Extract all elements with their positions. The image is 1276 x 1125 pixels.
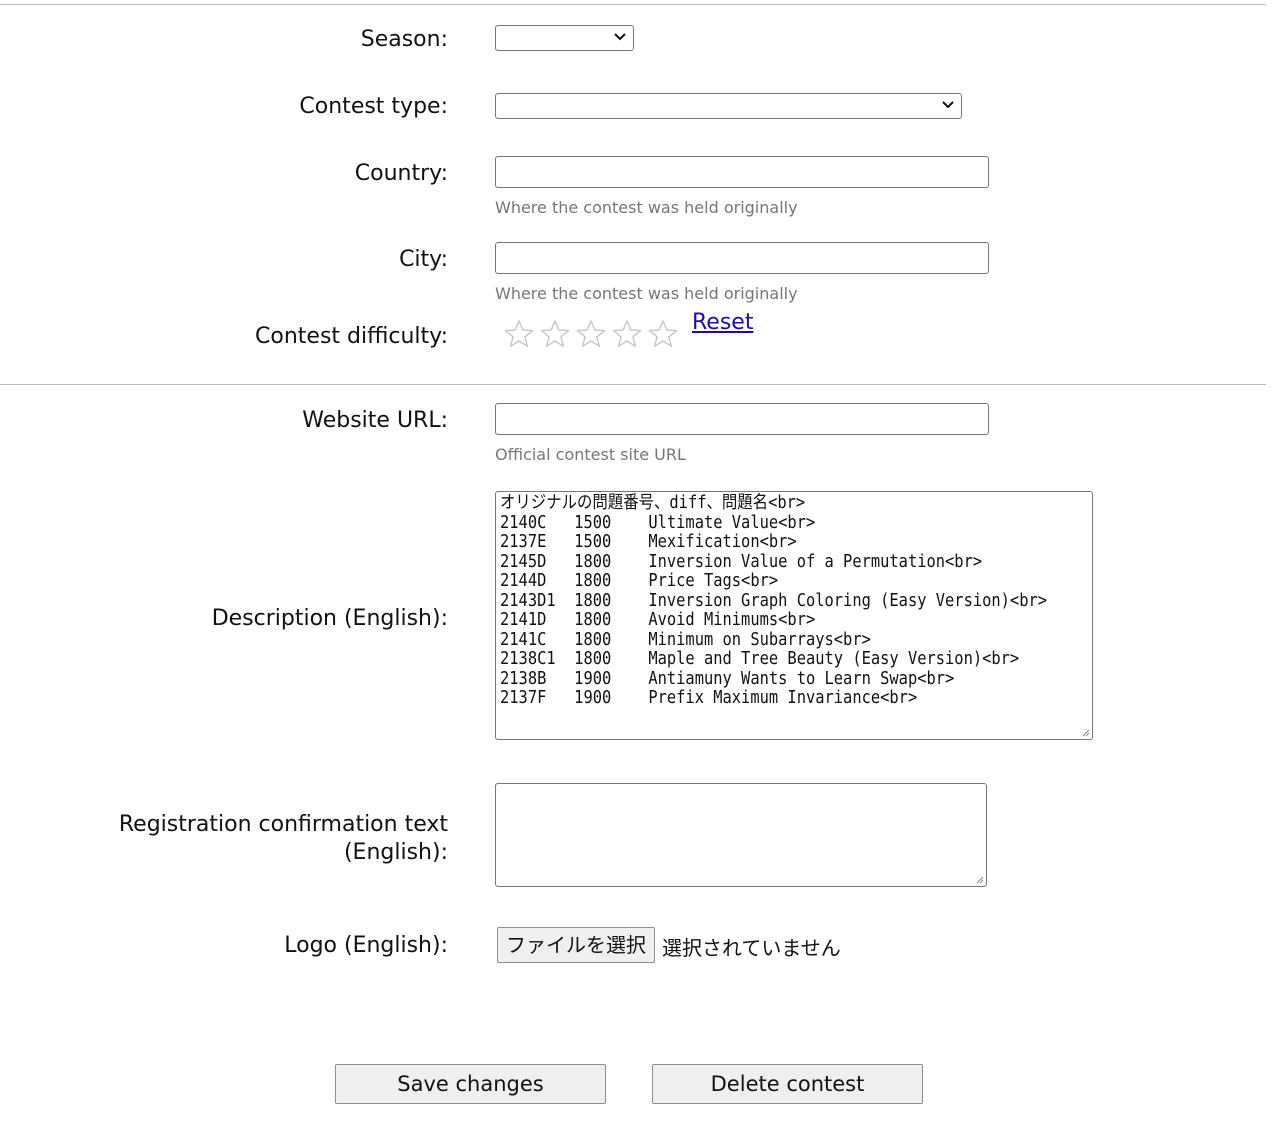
city-input[interactable] [495,242,989,274]
star-outline-icon[interactable] [503,318,535,350]
star-outline-icon[interactable] [539,318,571,350]
reset-rating-link[interactable]: Reset [692,310,753,335]
choose-file-button[interactable]: ファイルを選択 [497,927,655,963]
website-hint: Official contest site URL [495,445,686,464]
top-divider [0,4,1266,5]
website-input[interactable] [495,403,989,435]
registration-label-line2: (English): [343,840,448,865]
chevron-down-icon [614,33,626,41]
season-label: Season: [360,27,448,52]
resize-grip-icon[interactable] [974,874,984,884]
star-outline-icon[interactable] [575,318,607,350]
city-label: City: [399,247,448,272]
resize-grip-icon[interactable] [1080,727,1090,737]
difficulty-label: Contest difficulty: [255,324,448,349]
registration-textarea[interactable] [495,783,987,887]
difficulty-rating [503,318,679,350]
season-select[interactable] [495,25,634,51]
description-textarea[interactable]: オリジナルの問題番号、diff、問題名<br> 2140C 1500 Ultim… [495,491,1093,740]
city-hint: Where the contest was held originally [495,284,798,303]
registration-label: Registration confirmation text (English)… [119,811,448,867]
website-label: Website URL: [302,408,448,433]
registration-label-line1: Registration confirmation text [118,812,448,837]
file-status: 選択されていません [662,936,841,960]
section-divider [0,384,1266,385]
delete-contest-button[interactable]: Delete contest [652,1064,923,1104]
description-label: Description (English): [211,606,448,631]
save-changes-button[interactable]: Save changes [335,1064,606,1104]
contest-type-label: Contest type: [299,94,448,119]
star-outline-icon[interactable] [611,318,643,350]
description-text: オリジナルの問題番号、diff、問題名<br> 2140C 1500 Ultim… [500,493,1048,708]
star-outline-icon[interactable] [647,318,679,350]
country-input[interactable] [495,156,989,188]
country-label: Country: [354,161,448,186]
chevron-down-icon [942,101,954,109]
logo-label: Logo (English): [284,933,448,958]
contest-type-select[interactable] [495,93,962,119]
country-hint: Where the contest was held originally [495,198,798,217]
